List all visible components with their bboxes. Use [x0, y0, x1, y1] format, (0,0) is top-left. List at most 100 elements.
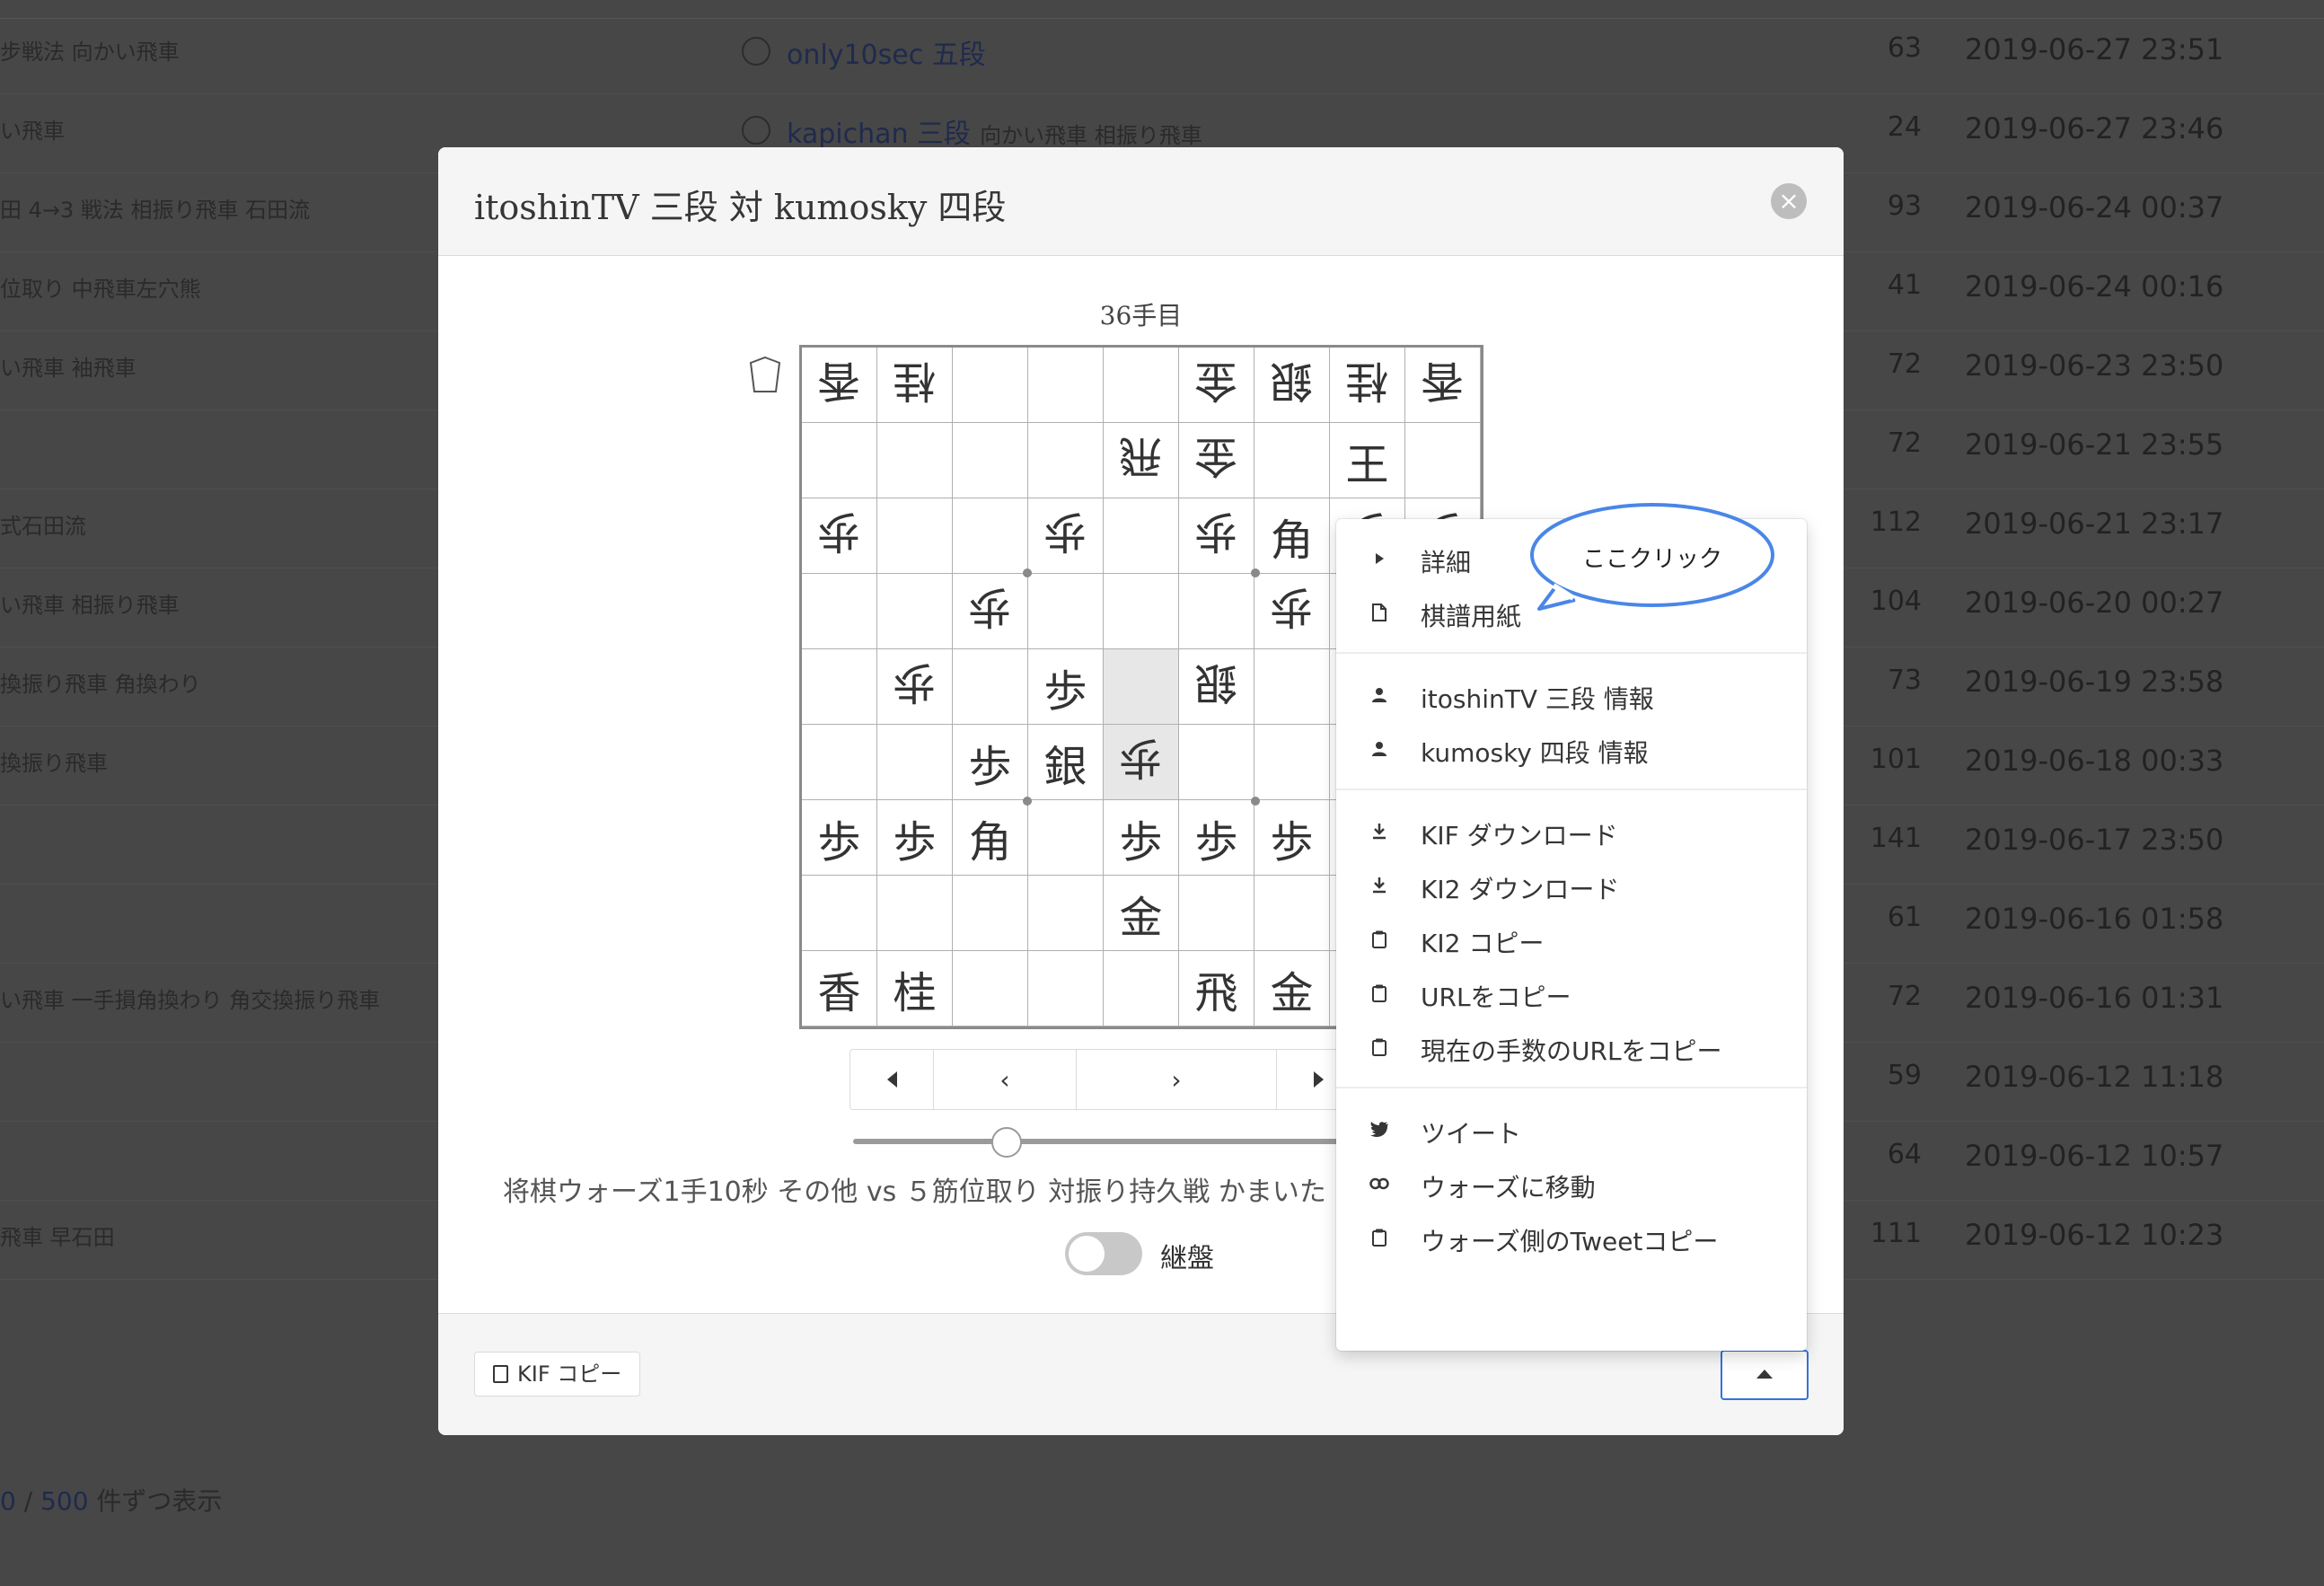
per-page-text: 件ずつ表示: [88, 1486, 223, 1516]
page-num[interactable]: 0: [0, 1486, 16, 1516]
board-cell[interactable]: [1179, 725, 1254, 800]
actions-dropdown: 詳細 棋譜用紙 itoshinTV 三段 情報 kumosky 四段 情報 KIF ダウ…: [1336, 519, 1807, 1351]
board-cell[interactable]: 歩: [1104, 800, 1179, 876]
board-cell[interactable]: 王: [1330, 423, 1405, 498]
board-cell[interactable]: 歩: [953, 574, 1028, 649]
board-cell[interactable]: 歩: [1254, 800, 1330, 876]
board-cell[interactable]: [953, 876, 1028, 951]
first-move-button[interactable]: [850, 1050, 934, 1109]
board-cell[interactable]: 歩: [1028, 649, 1104, 725]
close-icon[interactable]: ×: [1771, 183, 1807, 219]
board-cell[interactable]: [877, 876, 953, 951]
board-cell[interactable]: [953, 423, 1028, 498]
board-cell[interactable]: 銀: [1254, 348, 1330, 423]
board-cell[interactable]: [802, 876, 877, 951]
board-cell[interactable]: 歩: [1254, 574, 1330, 649]
moves-cell: 24: [1887, 111, 1922, 143]
menu-toggle-button[interactable]: [1721, 1350, 1809, 1400]
board-cell[interactable]: 香: [802, 348, 877, 423]
dropdown-item[interactable]: 現在の手数のURLをコピー: [1336, 1020, 1807, 1074]
board-cell[interactable]: [1028, 876, 1104, 951]
board-cell[interactable]: [1104, 498, 1179, 574]
board-cell[interactable]: [877, 725, 953, 800]
moves-cell: 111: [1870, 1218, 1922, 1249]
board-cell[interactable]: 歩: [1179, 800, 1254, 876]
player-link[interactable]: kapichan 三段 向かい飛車 相振り飛車: [742, 111, 1202, 151]
board-cell[interactable]: 歩: [877, 649, 953, 725]
board-cell[interactable]: 歩: [953, 725, 1028, 800]
flip-toggle[interactable]: [1065, 1232, 1142, 1275]
board-cell[interactable]: 桂: [877, 951, 953, 1026]
next-move-button[interactable]: ›: [1077, 1050, 1277, 1109]
board-cell[interactable]: [1104, 951, 1179, 1026]
board-cell[interactable]: 飛: [1179, 951, 1254, 1026]
board-cell[interactable]: [1028, 348, 1104, 423]
dropdown-item[interactable]: ウォーズに移動: [1336, 1157, 1807, 1211]
table-row[interactable]: 步戦法 向かい飛車 only10sec 五段 63 2019-06-27 23:51: [0, 14, 2324, 94]
player-name: only10sec 五段: [787, 40, 986, 71]
dropdown-item[interactable]: KI2 コピー: [1336, 912, 1807, 966]
board-cell[interactable]: [953, 649, 1028, 725]
board-cell[interactable]: 歩: [1104, 725, 1179, 800]
board-cell[interactable]: [1254, 876, 1330, 951]
board-cell[interactable]: [1028, 800, 1104, 876]
board-cell[interactable]: [1028, 574, 1104, 649]
board-cell[interactable]: [877, 423, 953, 498]
board-cell[interactable]: [877, 498, 953, 574]
board-cell[interactable]: 金: [1254, 951, 1330, 1026]
board-cell[interactable]: [953, 951, 1028, 1026]
tags-cell: い飛車 袖飛車: [0, 356, 136, 381]
board-cell[interactable]: 銀: [1179, 649, 1254, 725]
player-link[interactable]: only10sec 五段: [742, 32, 995, 72]
prev-move-button[interactable]: ‹: [934, 1050, 1077, 1109]
board-cell[interactable]: 角: [1254, 498, 1330, 574]
board-cell[interactable]: 金: [1179, 348, 1254, 423]
dropdown-item[interactable]: URLをコピー: [1336, 966, 1807, 1020]
board-cell[interactable]: [802, 574, 877, 649]
sente-piece: 歩: [1119, 816, 1163, 868]
board-cell[interactable]: 歩: [877, 800, 953, 876]
board-cell[interactable]: [802, 649, 877, 725]
board-cell[interactable]: [1104, 649, 1179, 725]
board-cell[interactable]: [1179, 574, 1254, 649]
board-cell[interactable]: 銀: [1028, 725, 1104, 800]
board-cell[interactable]: [802, 725, 877, 800]
board-cell[interactable]: 香: [802, 951, 877, 1026]
board-cell[interactable]: 角: [953, 800, 1028, 876]
move-slider-thumb[interactable]: [991, 1127, 1022, 1158]
board-cell[interactable]: [1405, 423, 1481, 498]
board-cell[interactable]: 歩: [1179, 498, 1254, 574]
board-cell[interactable]: [1028, 951, 1104, 1026]
board-cell[interactable]: 金: [1104, 876, 1179, 951]
board-cell[interactable]: [1104, 348, 1179, 423]
dropdown-item[interactable]: KI2 ダウンロード: [1336, 859, 1807, 912]
board-cell[interactable]: [1179, 876, 1254, 951]
board-cell[interactable]: 歩: [1028, 498, 1104, 574]
dropdown-item[interactable]: kumosky 四段 情報: [1336, 722, 1807, 776]
board-cell[interactable]: [1254, 649, 1330, 725]
board-cell[interactable]: 歩: [802, 800, 877, 876]
kif-copy-button[interactable]: KIF コピー: [474, 1352, 641, 1397]
move-slider[interactable]: [853, 1139, 1356, 1144]
board-cell[interactable]: [1254, 725, 1330, 800]
board-cell[interactable]: [1254, 423, 1330, 498]
board-cell[interactable]: [877, 574, 953, 649]
board-cell[interactable]: 飛: [1104, 423, 1179, 498]
dropdown-item[interactable]: KIF ダウンロード: [1336, 805, 1807, 859]
board-cell[interactable]: [802, 423, 877, 498]
board-cell[interactable]: [953, 498, 1028, 574]
dropdown-item[interactable]: ウォーズ側のTweetコピー: [1336, 1211, 1807, 1264]
board-cell[interactable]: 金: [1179, 423, 1254, 498]
board-cell[interactable]: [1028, 423, 1104, 498]
board-cell[interactable]: [1104, 574, 1179, 649]
board-cell[interactable]: 桂: [877, 348, 953, 423]
clipboard-icon: [1367, 1035, 1392, 1060]
dropdown-item[interactable]: itoshinTV 三段 情報: [1336, 668, 1807, 722]
board-cell[interactable]: 歩: [802, 498, 877, 574]
board-cell[interactable]: 桂: [1330, 348, 1405, 423]
board-cell[interactable]: [953, 348, 1028, 423]
gote-piece: 桂: [1345, 355, 1389, 406]
per-page-link[interactable]: 500: [40, 1486, 88, 1516]
board-cell[interactable]: 香: [1405, 348, 1481, 423]
dropdown-item[interactable]: ツイート: [1336, 1103, 1807, 1157]
